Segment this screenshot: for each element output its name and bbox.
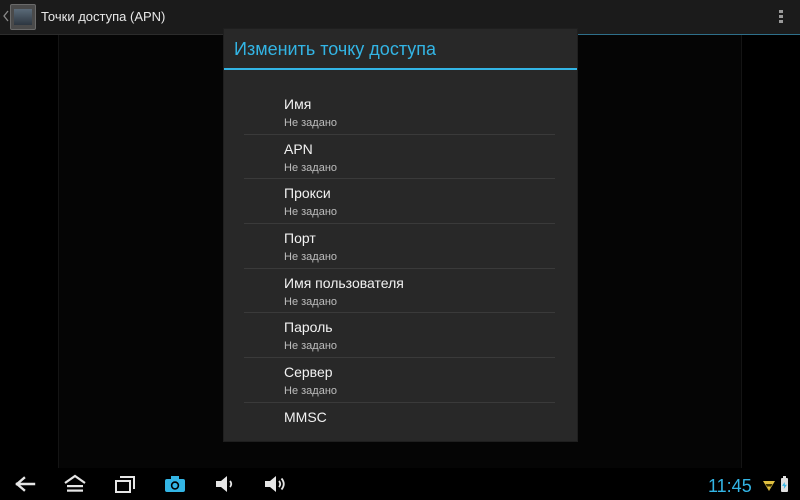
recent-apps-icon[interactable] [113, 474, 137, 494]
pref-item-port[interactable]: Порт Не задано [244, 224, 555, 269]
volume-down-icon[interactable] [213, 474, 237, 494]
battery-charging-icon[interactable] [781, 476, 788, 492]
pref-summary: Не задано [284, 340, 338, 353]
pref-summary: Не задано [284, 206, 338, 219]
pref-item-apn[interactable]: APN Не задано [244, 135, 555, 180]
pref-title: Имя [284, 96, 312, 112]
pref-title: Сервер [284, 364, 333, 381]
system-navigation-bar [0, 468, 800, 500]
pref-title: APN [284, 140, 313, 157]
pref-summary: Не задано [284, 251, 338, 264]
home-icon[interactable] [63, 474, 87, 494]
overflow-menu-icon[interactable] [779, 10, 783, 24]
pref-summary: Не задано [284, 385, 338, 398]
pref-title: Порт [284, 230, 316, 247]
pref-summary: Не задано [284, 161, 338, 174]
pref-title: Прокси [284, 185, 331, 202]
pref-item-server[interactable]: Сервер Не задано [244, 358, 555, 403]
pref-summary: Не задано [284, 117, 338, 129]
dialog-title-divider [224, 68, 577, 70]
pref-title: Пароль [284, 319, 333, 336]
pref-title: MMSC [284, 408, 327, 425]
volume-up-icon[interactable] [263, 474, 287, 494]
dialog-title: Изменить точку доступа [234, 39, 437, 59]
settings-app-icon[interactable] [10, 4, 36, 30]
up-caret-icon[interactable] [3, 10, 9, 22]
wifi-icon[interactable] [763, 479, 775, 493]
screenshot-icon[interactable] [163, 474, 187, 494]
back-icon[interactable] [14, 474, 38, 494]
pref-item-password[interactable]: Пароль Не задано [244, 313, 555, 359]
apn-preference-list: Имя Не задано APN Не задано Прокси Не за… [244, 90, 555, 447]
pref-item-mmsc[interactable]: MMSC [244, 403, 555, 447]
pref-summary: Не задано [284, 295, 338, 308]
actionbar-title: Точки доступа (APN) [41, 9, 166, 24]
status-clock[interactable]: 11:45 [708, 476, 752, 497]
pref-item-username[interactable]: Имя пользователя Не задано [244, 269, 555, 314]
pref-item-proxy[interactable]: Прокси Не задано [244, 179, 555, 225]
pref-title: Имя пользователя [284, 274, 404, 291]
pref-item-name[interactable]: Имя Не задано [244, 90, 555, 135]
edit-apn-dialog: Изменить точку доступа Имя Не задано APN… [224, 29, 577, 441]
